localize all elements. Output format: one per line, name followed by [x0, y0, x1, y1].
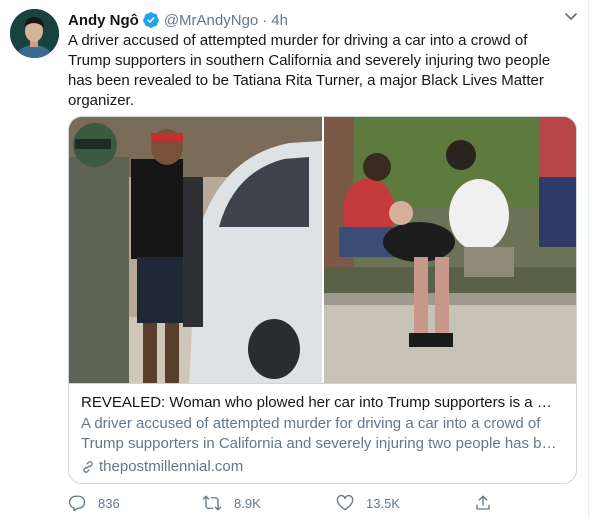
card-description-line: A driver accused of attempted murder for… — [81, 415, 541, 432]
chevron-down-icon[interactable] — [562, 10, 580, 24]
reply-count: 836 — [98, 495, 120, 511]
action-bar: 836 8.9K 13.5K — [68, 494, 508, 516]
like-button[interactable]: 13.5K — [336, 494, 400, 512]
card-title: REVEALED: Woman who plowed her car into … — [81, 394, 564, 411]
retweet-count: 8.9K — [234, 495, 261, 511]
card-domain-text: thepostmillennial.com — [99, 458, 244, 475]
tweet-header: Andy Ngô @MrAndyNgo · 4h — [68, 9, 578, 31]
card-body: REVEALED: Woman who plowed her car into … — [69, 383, 576, 483]
like-count: 13.5K — [366, 495, 400, 511]
share-icon — [476, 495, 490, 510]
reply-icon — [68, 495, 86, 512]
tweet[interactable]: Andy Ngô @MrAndyNgo · 4h A driver accuse… — [0, 0, 589, 518]
link-card[interactable]: REVEALED: Woman who plowed her car into … — [68, 116, 577, 484]
tweet-text: A driver accused of attempted murder for… — [68, 32, 551, 109]
avatar[interactable] — [10, 9, 59, 58]
card-description: A driver accused of attempted murder for… — [81, 414, 564, 454]
heart-icon — [336, 494, 354, 511]
separator-dot: · — [262, 11, 268, 29]
link-icon — [83, 461, 93, 473]
card-description-line: Trump supporters in California and sever… — [81, 435, 564, 452]
card-domain: thepostmillennial.com — [81, 457, 564, 477]
card-image — [69, 117, 576, 383]
verified-badge-icon — [142, 11, 160, 29]
reply-button[interactable]: 836 — [68, 494, 120, 512]
author-name[interactable]: Andy Ngô — [68, 12, 139, 29]
timestamp[interactable]: 4h — [271, 12, 288, 29]
retweet-icon — [202, 495, 222, 511]
author-handle[interactable]: @MrAndyNgo — [164, 12, 258, 29]
share-button[interactable] — [474, 494, 504, 512]
retweet-button[interactable]: 8.9K — [202, 494, 261, 512]
